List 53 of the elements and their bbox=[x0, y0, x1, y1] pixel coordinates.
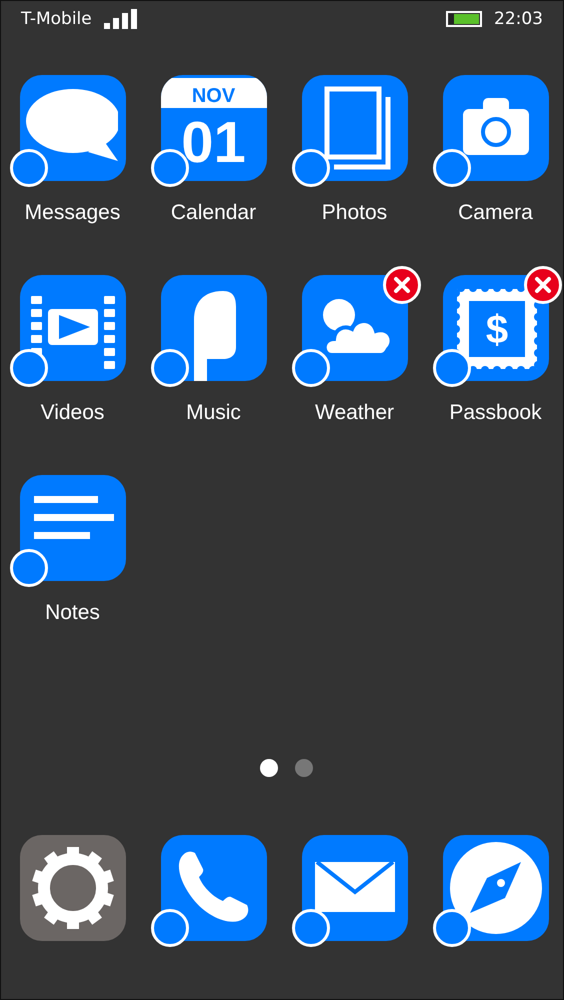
messages-app-button[interactable] bbox=[20, 75, 126, 181]
photos-app-button[interactable] bbox=[302, 75, 408, 181]
page-dot[interactable] bbox=[260, 759, 278, 777]
select-circle[interactable] bbox=[292, 149, 330, 187]
select-circle[interactable] bbox=[10, 149, 48, 187]
music-app-button[interactable] bbox=[160, 275, 266, 381]
battery-icon bbox=[446, 11, 482, 27]
select-circle[interactable] bbox=[432, 349, 470, 387]
select-circle[interactable] bbox=[10, 349, 48, 387]
phone-app-button[interactable] bbox=[160, 835, 266, 941]
select-circle[interactable] bbox=[292, 349, 330, 387]
delete-button[interactable] bbox=[382, 266, 420, 304]
calendar-day: 01 bbox=[181, 108, 246, 178]
select-circle[interactable] bbox=[432, 149, 470, 187]
camera-app-button[interactable] bbox=[442, 75, 548, 181]
select-circle[interactable] bbox=[150, 909, 188, 947]
app-label: Music bbox=[186, 401, 241, 425]
app-label: Passbook bbox=[449, 401, 542, 425]
mail-app-button[interactable] bbox=[302, 835, 408, 941]
gear-icon bbox=[30, 845, 116, 931]
speech-bubble-icon bbox=[26, 89, 118, 161]
app-label: Weather bbox=[315, 401, 394, 425]
app-label: Camera bbox=[458, 201, 533, 225]
film-strip-icon bbox=[30, 296, 114, 369]
page-dot[interactable] bbox=[294, 759, 312, 777]
calendar-app-button[interactable]: NOV 01 bbox=[160, 75, 266, 181]
notes-app-button[interactable] bbox=[20, 475, 126, 581]
signal-icon bbox=[104, 9, 137, 29]
calendar-month: NOV bbox=[192, 84, 236, 108]
settings-app-button[interactable] bbox=[20, 835, 126, 941]
select-circle[interactable] bbox=[150, 349, 188, 387]
close-icon bbox=[392, 276, 410, 294]
carrier-name: T-Mobile bbox=[21, 9, 92, 29]
envelope-icon bbox=[314, 862, 394, 912]
earbud-icon bbox=[194, 291, 236, 381]
select-circle[interactable] bbox=[292, 909, 330, 947]
select-circle[interactable] bbox=[10, 549, 48, 587]
close-icon bbox=[534, 276, 552, 294]
app-label: Calendar bbox=[170, 201, 256, 225]
phone-handset-icon bbox=[176, 851, 248, 924]
photo-stack-icon bbox=[324, 86, 390, 170]
camera-icon bbox=[462, 98, 528, 155]
compass-app-button[interactable] bbox=[442, 835, 548, 941]
compass-icon bbox=[450, 842, 542, 934]
delete-button[interactable] bbox=[524, 266, 562, 304]
videos-app-button[interactable] bbox=[20, 275, 126, 381]
app-label: Notes bbox=[45, 601, 100, 625]
text-lines-icon bbox=[34, 496, 114, 539]
app-label: Messages bbox=[24, 201, 120, 225]
clock-time: 22:03 bbox=[494, 9, 543, 29]
app-label: Videos bbox=[40, 401, 104, 425]
select-circle[interactable] bbox=[432, 909, 470, 947]
app-label: Photos bbox=[322, 201, 388, 225]
